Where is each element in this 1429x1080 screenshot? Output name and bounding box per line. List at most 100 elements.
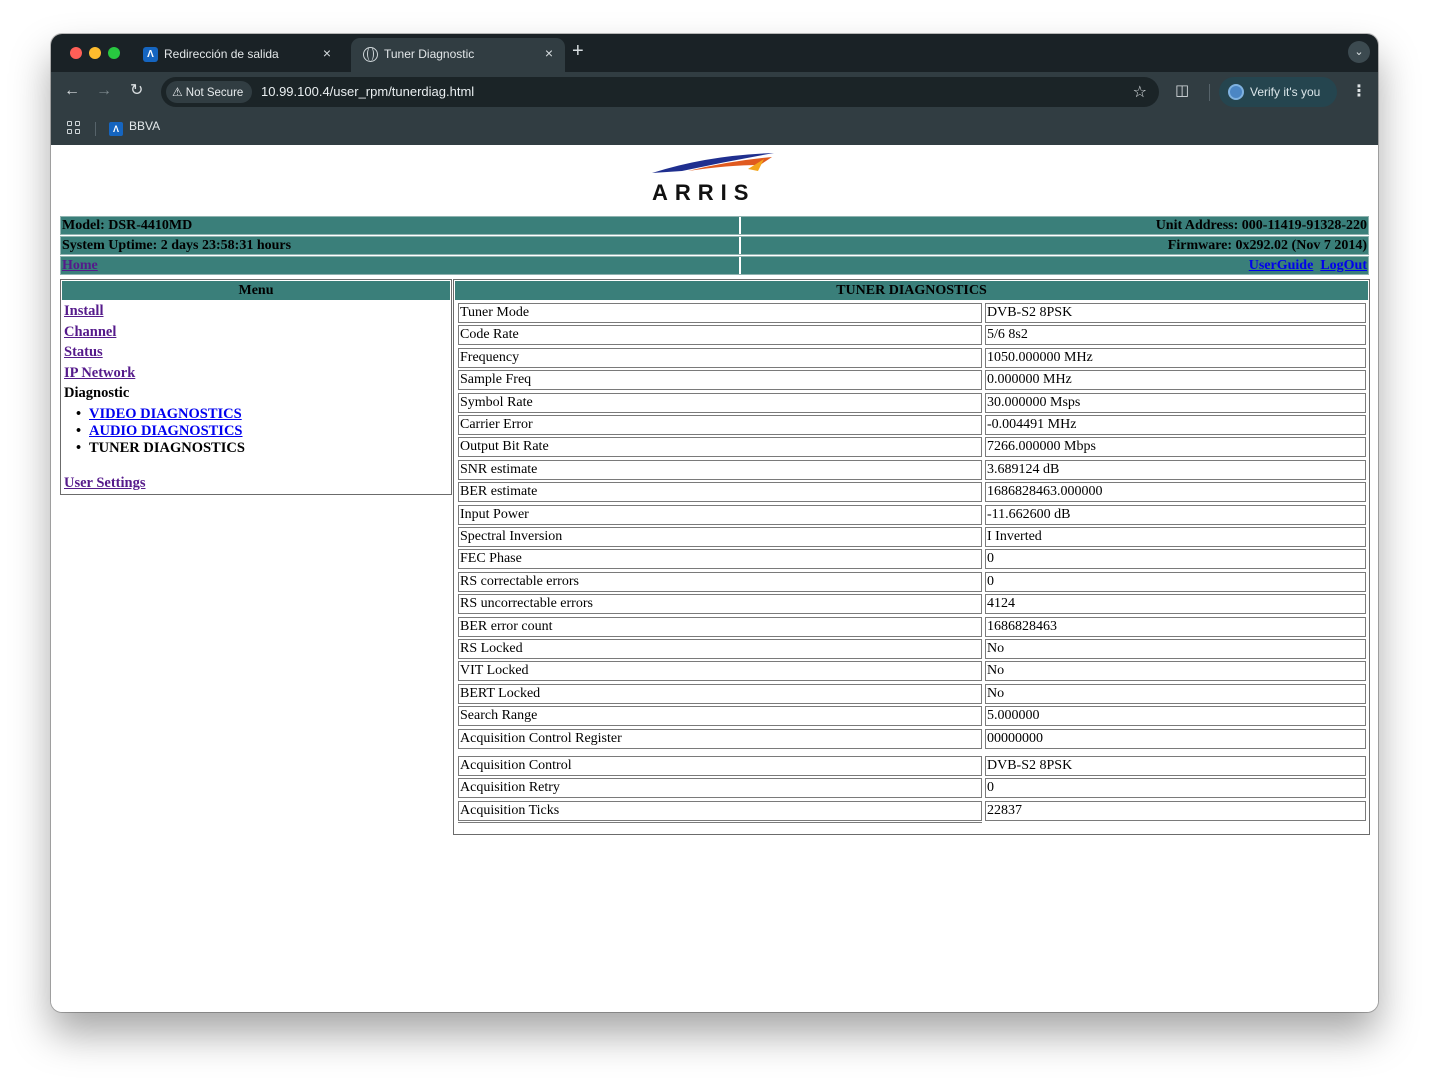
parameter-name: Acquisition Control Register bbox=[458, 728, 982, 749]
table-row: Carrier Error -0.004491 MHz bbox=[458, 415, 1366, 437]
parameter-name: RS uncorrectable errors bbox=[458, 594, 982, 615]
table-row: Spectral Inversion I Inverted bbox=[458, 527, 1366, 549]
tab-tuner-diagnostic[interactable]: Tuner Diagnostic × bbox=[351, 38, 565, 72]
parameter-name: BER error count bbox=[458, 616, 982, 637]
parameter-value: 22837 bbox=[985, 800, 1366, 821]
maximize-window-button[interactable] bbox=[108, 47, 120, 59]
forward-arrow-icon[interactable]: → bbox=[96, 82, 112, 100]
close-window-button[interactable] bbox=[70, 47, 82, 59]
security-indicator[interactable]: ⚠ Not Secure bbox=[166, 81, 253, 103]
table-row: Input Power -11.662600 dB bbox=[458, 504, 1366, 527]
close-tab-icon[interactable]: × bbox=[323, 45, 331, 61]
table-row: BERT Locked No bbox=[458, 683, 1366, 706]
parameter-name: Tuner Mode bbox=[458, 303, 982, 323]
bookmarks-bar: Λ BBVA bbox=[51, 112, 1378, 145]
bookmark-star-icon[interactable]: ☆ bbox=[1133, 82, 1147, 102]
parameter-name: Carrier Error bbox=[458, 415, 982, 435]
table-divider bbox=[458, 820, 982, 823]
browser-menu-icon[interactable]: ⋮ bbox=[1351, 81, 1367, 101]
table-row: FEC Phase 0 bbox=[458, 549, 1366, 571]
table-row: BER estimate 1686828463.000000 bbox=[458, 482, 1366, 504]
uptime-label: System Uptime: 2 days 23:58:31 hours bbox=[61, 237, 741, 254]
parameter-name: Acquisition Ticks bbox=[458, 800, 982, 821]
parameter-name: Frequency bbox=[458, 347, 982, 368]
bookmarks-divider bbox=[95, 122, 96, 136]
parameter-value: 5/6 8s2 bbox=[985, 325, 1366, 346]
menu-link-channel[interactable]: Channel bbox=[64, 324, 116, 341]
security-label: Not Secure bbox=[185, 87, 244, 99]
tuner-diagnostics-panel: TUNER DIAGNOSTICS Tuner Mode DVB-S2 8PSK C… bbox=[453, 279, 1370, 835]
parameter-value: 1686828463 bbox=[985, 616, 1366, 637]
address-bar[interactable]: ⚠ Not Secure 10.99.100.4/user_rpm/tunerdi… bbox=[161, 77, 1159, 107]
parameter-value: No bbox=[985, 683, 1366, 704]
menu-current-tuner-diagnostics: TUNER DIAGNOSTICS bbox=[76, 440, 245, 457]
table-row: VIT Locked No bbox=[458, 661, 1366, 683]
tab-redireccion[interactable]: Λ Redirección de salida × bbox=[131, 38, 343, 72]
logout-link[interactable]: LogOut bbox=[1320, 258, 1367, 273]
minimize-window-button[interactable] bbox=[89, 47, 101, 59]
parameter-name: Symbol Rate bbox=[458, 392, 982, 413]
header-row-links: Home UserGuide LogOut bbox=[60, 256, 1369, 275]
parameter-value: DVB-S2 8PSK bbox=[985, 756, 1366, 776]
close-tab-icon[interactable]: × bbox=[545, 45, 553, 61]
parameter-name: Code Rate bbox=[458, 325, 982, 346]
table-row: Search Range 5.000000 bbox=[458, 706, 1366, 728]
parameter-value: 5.000000 bbox=[985, 706, 1366, 727]
tab-title: Tuner Diagnostic bbox=[384, 47, 475, 61]
menu-panel: Menu Install Channel Status IP Network D… bbox=[60, 279, 452, 495]
parameter-name: VIT Locked bbox=[458, 661, 982, 682]
bookmark-bbva[interactable]: Λ BBVA bbox=[109, 119, 160, 137]
menu-link-user-settings[interactable]: User Settings bbox=[64, 475, 146, 492]
browser-window: Λ Redirección de salida × Tuner Diagnost… bbox=[51, 34, 1378, 1012]
profile-button[interactable]: Verify it's you bbox=[1219, 77, 1337, 107]
parameter-name: Output Bit Rate bbox=[458, 437, 982, 458]
new-tab-button[interactable]: + bbox=[572, 41, 584, 61]
table-row: Sample Freq 0.000000 MHz bbox=[458, 370, 1366, 392]
menu-title: Menu bbox=[62, 281, 450, 300]
menu-link-ip-network[interactable]: IP Network bbox=[64, 365, 135, 382]
arris-logo-text: ARRIS bbox=[652, 180, 756, 205]
table-row: RS correctable errors 0 bbox=[458, 571, 1366, 594]
parameter-value: 1686828463.000000 bbox=[985, 482, 1366, 503]
header-row-uptime: System Uptime: 2 days 23:58:31 hours Fir… bbox=[60, 236, 1369, 255]
parameter-value: No bbox=[985, 661, 1366, 682]
table-row: Acquisition Retry 0 bbox=[458, 778, 1366, 800]
parameter-value: 00000000 bbox=[985, 728, 1366, 749]
parameter-value: 0 bbox=[985, 549, 1366, 570]
parameter-name: BER estimate bbox=[458, 482, 982, 503]
unit-address-label: Unit Address: 000-11419-91328-220 bbox=[1155, 218, 1367, 233]
parameter-value: 0 bbox=[985, 778, 1366, 799]
browser-toolbar: ← → ↻ ⚠ Not Secure 10.99.100.4/user_rpm/t… bbox=[51, 72, 1378, 112]
bbva-logo-icon: Λ bbox=[109, 122, 123, 136]
parameter-name: FEC Phase bbox=[458, 549, 982, 570]
page-viewport: ARRIS Model: DSR-4410MD Unit Address: 00… bbox=[51, 145, 1378, 1012]
parameter-value: -11.662600 dB bbox=[985, 504, 1366, 525]
table-row: RS Locked No bbox=[458, 639, 1366, 661]
parameter-name: Sample Freq bbox=[458, 370, 982, 391]
reload-icon[interactable]: ↻ bbox=[130, 82, 143, 100]
menu-link-audio-diagnostics[interactable]: AUDIO DIAGNOSTICS bbox=[76, 423, 242, 440]
bbva-logo-icon: Λ bbox=[143, 47, 158, 62]
parameter-value: 7266.000000 Mbps bbox=[985, 437, 1366, 458]
userguide-link[interactable]: UserGuide bbox=[1249, 258, 1314, 273]
tab-search-chevron-icon[interactable]: ⌄ bbox=[1348, 41, 1370, 63]
parameter-value: 1050.000000 MHz bbox=[985, 347, 1366, 368]
parameter-value: 3.689124 dB bbox=[985, 459, 1366, 480]
globe-icon bbox=[363, 47, 378, 62]
menu-link-install[interactable]: Install bbox=[64, 303, 104, 320]
table-row: Tuner Mode DVB-S2 8PSK bbox=[458, 303, 1366, 325]
tab-title: Redirección de salida bbox=[164, 47, 279, 61]
table-row: Symbol Rate 30.000000 Msps bbox=[458, 392, 1366, 415]
parameter-name: RS Locked bbox=[458, 639, 982, 659]
table-row: RS uncorrectable errors 4124 bbox=[458, 594, 1366, 616]
menu-link-video-diagnostics[interactable]: VIDEO DIAGNOSTICS bbox=[76, 406, 242, 423]
diagnostics-title: TUNER DIAGNOSTICS bbox=[455, 281, 1368, 300]
back-arrow-icon[interactable]: ← bbox=[64, 82, 80, 100]
menu-link-status[interactable]: Status bbox=[64, 344, 103, 361]
parameter-name: Input Power bbox=[458, 504, 982, 525]
extensions-puzzle-icon[interactable]: ◫ bbox=[1175, 81, 1189, 99]
url-text[interactable]: 10.99.100.4/user_rpm/tunerdiag.html bbox=[261, 84, 474, 99]
apps-grid-icon[interactable] bbox=[67, 121, 81, 135]
parameter-name: Spectral Inversion bbox=[458, 527, 982, 547]
home-link[interactable]: Home bbox=[62, 258, 98, 273]
